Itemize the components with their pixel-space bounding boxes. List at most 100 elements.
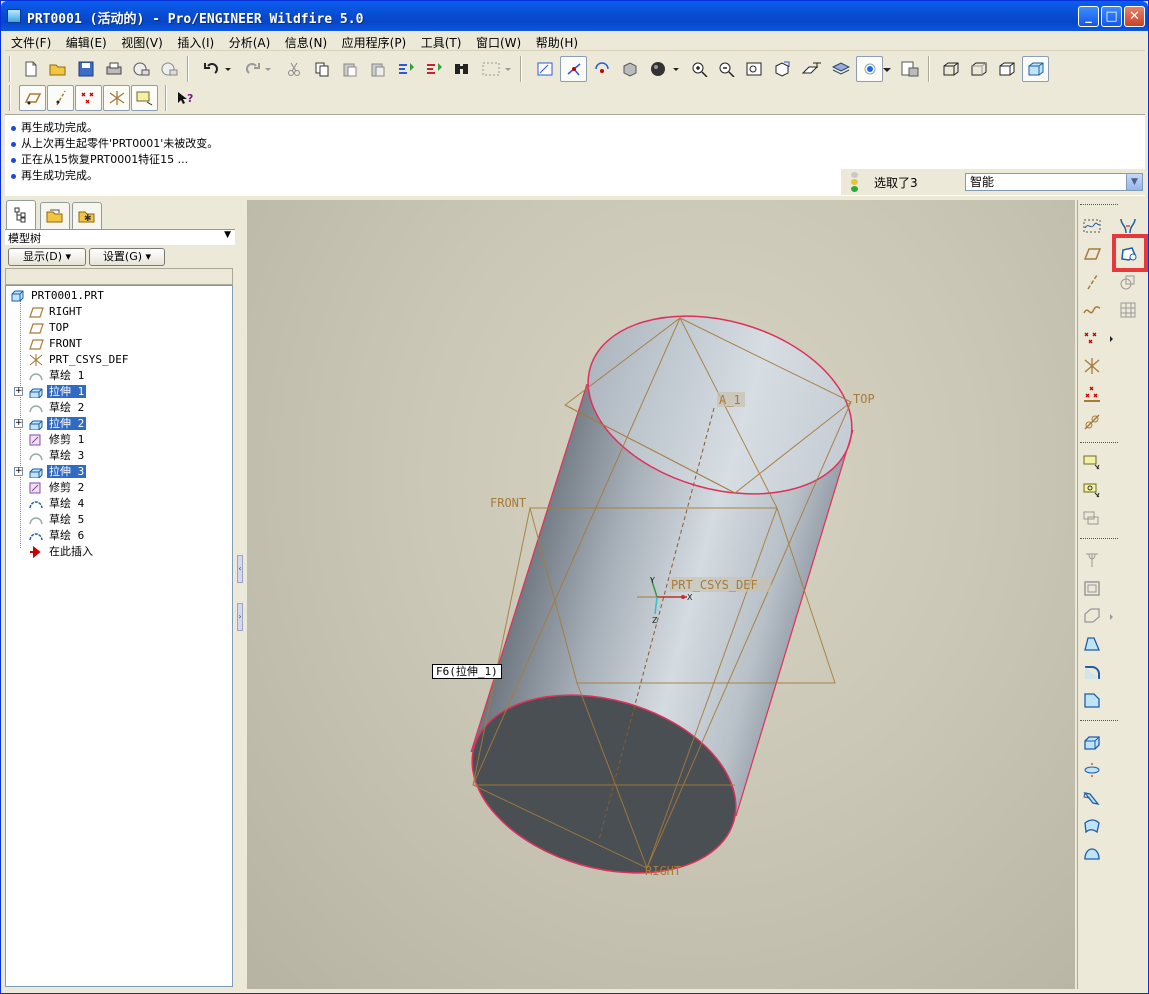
pane-splitter[interactable]: ‹ › (236, 199, 246, 989)
datum-point-tool-icon[interactable] (1080, 326, 1116, 350)
menu-info[interactable]: 信息(N) (279, 31, 332, 51)
datum-planes-display-icon[interactable] (19, 85, 46, 111)
expand-icon[interactable]: + (14, 387, 23, 396)
find-icon[interactable] (450, 57, 474, 81)
tree-item[interactable]: RIGHT (28, 304, 84, 320)
send-mail-attach-icon[interactable] (157, 57, 181, 81)
model-tree-settings-icon[interactable] (898, 57, 922, 81)
datum-point-offset-icon[interactable] (1080, 382, 1104, 406)
datum-axis-tool-icon[interactable] (1080, 270, 1104, 294)
layers-view-icon[interactable] (798, 57, 826, 81)
close-button[interactable]: ✕ (1124, 6, 1145, 27)
pane-menu-icon[interactable]: ▼ (224, 230, 231, 240)
select-box-icon[interactable] (478, 57, 514, 81)
tree-item[interactable]: 草绘 4 (28, 496, 86, 512)
cut-icon[interactable] (282, 57, 306, 81)
expand-right-icon[interactable]: › (237, 603, 243, 631)
menu-analysis[interactable]: 分析(A) (223, 31, 276, 51)
revolve-tool-icon[interactable] (1080, 758, 1104, 782)
view-manager-dropdown-icon[interactable] (881, 57, 893, 81)
open-folder-icon[interactable] (46, 57, 70, 81)
tab-model-tree[interactable] (6, 200, 36, 229)
save-icon[interactable] (74, 57, 98, 81)
hidden-line-icon[interactable] (967, 57, 991, 81)
rib-tool-icon[interactable] (1080, 604, 1116, 628)
print-icon[interactable] (102, 57, 126, 81)
regenerate-icon[interactable] (394, 57, 418, 81)
datum-analysis-icon[interactable] (1080, 410, 1104, 434)
saved-views-icon[interactable] (618, 57, 642, 81)
boundary-blend-icon[interactable] (1080, 842, 1104, 866)
csys-display-icon[interactable] (103, 85, 130, 111)
view-manager-icon[interactable] (856, 56, 883, 82)
maximize-button[interactable]: □ (1101, 6, 1122, 27)
regeneration-manager-icon[interactable] (422, 57, 446, 81)
collapse-left-icon[interactable]: ‹ (237, 555, 243, 583)
spin-center-icon[interactable] (560, 56, 587, 82)
layers-icon[interactable] (829, 57, 853, 81)
tree-item[interactable]: 草绘 6 (28, 528, 86, 544)
tree-item[interactable]: + 拉伸 2 (14, 416, 87, 432)
menu-file[interactable]: 文件(F) (5, 31, 56, 51)
chevron-down-icon[interactable]: ▼ (1126, 174, 1142, 190)
annotation-feature-icon[interactable] (1080, 450, 1104, 474)
copy-icon[interactable] (310, 57, 334, 81)
extrude-tool-icon[interactable] (1080, 730, 1104, 754)
tree-root[interactable]: PRT0001.PRT (10, 288, 106, 304)
zoom-in-icon[interactable] (688, 57, 712, 81)
menu-insert[interactable]: 插入(I) (171, 31, 219, 51)
model-tree-header[interactable]: 模型树 ▼ (5, 229, 235, 245)
datum-curve-icon[interactable] (1080, 298, 1104, 322)
tree-item[interactable]: 修剪 1 (28, 432, 86, 448)
menu-view[interactable]: 视图(V) (115, 31, 168, 51)
annotation-feature-edit-icon[interactable] (1080, 478, 1104, 502)
title-bar[interactable]: PRT0001 (活动的) - Pro/ENGINEER Wildfire 5.… (1, 1, 1148, 31)
menu-tools[interactable]: 工具(T) (415, 31, 467, 51)
redo-icon[interactable] (238, 57, 274, 81)
tree-item[interactable]: 修剪 2 (28, 480, 86, 496)
menu-help[interactable]: 帮助(H) (530, 31, 583, 51)
refit-icon[interactable] (742, 57, 766, 81)
settings-button[interactable]: 设置(G) ▾ (89, 248, 165, 266)
tree-item[interactable]: 在此插入 (28, 544, 95, 560)
minimize-button[interactable]: _ (1078, 6, 1099, 27)
new-file-icon[interactable] (19, 57, 43, 81)
tree-item[interactable]: 草绘 2 (28, 400, 86, 416)
zoom-out-icon[interactable] (715, 57, 739, 81)
annotation-display-icon[interactable] (131, 85, 158, 111)
grid-analysis-icon[interactable] (1116, 298, 1140, 322)
csys-tool-icon[interactable] (1080, 354, 1104, 378)
chamfer-tool-icon[interactable] (1080, 688, 1104, 712)
datum-axes-display-icon[interactable] (47, 85, 74, 111)
draft-tool-icon[interactable] (1080, 632, 1104, 656)
reorient-icon[interactable] (770, 57, 794, 81)
selection-filter-select[interactable]: 智能 ▼ (965, 173, 1143, 191)
datum-plane-tool-icon[interactable] (1080, 242, 1104, 266)
graphics-window[interactable]: A_1 TOP FRONT RIGHT PRT_CSYS_DEF X Y Z (247, 200, 1075, 989)
display-style-shading-icon[interactable] (646, 57, 682, 81)
tree-item[interactable]: + 拉伸 1 (14, 384, 87, 400)
tree-item[interactable]: TOP (28, 320, 71, 336)
orient-mode-icon[interactable] (590, 57, 614, 81)
shading-icon[interactable] (1022, 56, 1049, 82)
expand-icon[interactable]: + (14, 467, 23, 476)
menu-window[interactable]: 窗口(W) (470, 31, 526, 51)
paste-special-icon[interactable] (366, 57, 390, 81)
variable-section-sweep-icon[interactable] (1080, 786, 1104, 810)
tree-item[interactable]: + 拉伸 3 (14, 464, 87, 480)
wireframe-icon[interactable] (939, 57, 963, 81)
tree-item[interactable]: PRT_CSYS_DEF (28, 352, 130, 368)
round-tool-icon[interactable] (1080, 660, 1104, 684)
traffic-light-icon[interactable] (851, 172, 859, 192)
no-hidden-icon[interactable] (995, 57, 1019, 81)
analysis-feature-icon[interactable] (1116, 270, 1140, 294)
context-help-icon[interactable]: ? (173, 86, 197, 110)
annotation-feature-disabled-icon[interactable] (1080, 506, 1104, 530)
menu-edit[interactable]: 编辑(E) (60, 31, 112, 51)
send-mail-icon[interactable] (129, 57, 153, 81)
blend-tool-icon[interactable] (1080, 814, 1104, 838)
repaint-icon[interactable] (533, 57, 557, 81)
tree-item[interactable]: 草绘 1 (28, 368, 86, 384)
undo-icon[interactable] (198, 57, 234, 81)
menu-applications[interactable]: 应用程序(P) (336, 31, 412, 51)
